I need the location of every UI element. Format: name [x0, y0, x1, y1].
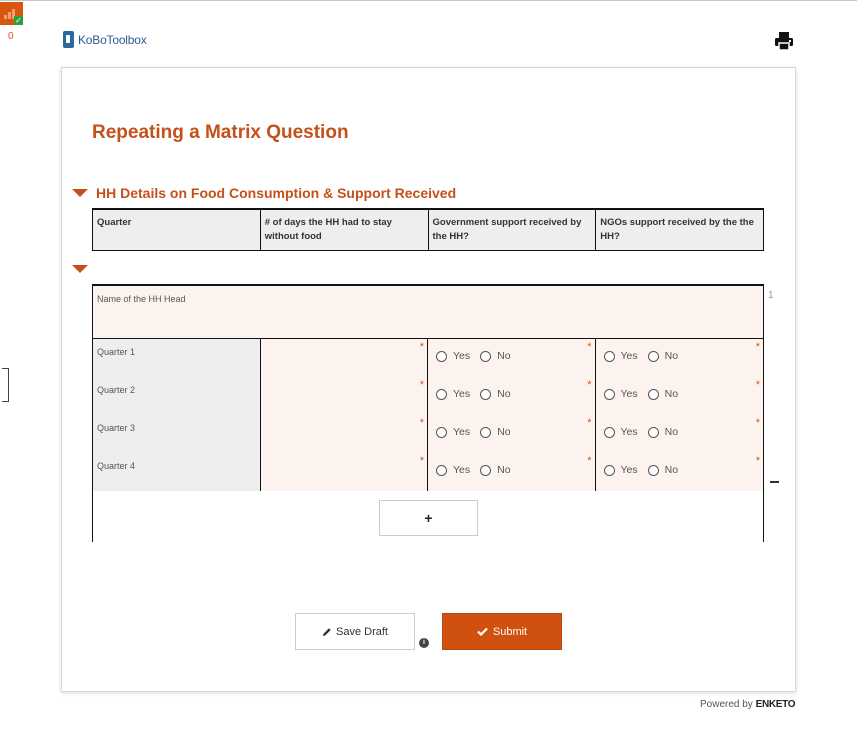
no-radio[interactable] [647, 426, 659, 438]
form-title: Repeating a Matrix Question [92, 122, 349, 143]
no-label: No [664, 388, 679, 400]
govt-support-radios: Yes No [436, 388, 521, 400]
days-without-food-input[interactable]: * [260, 339, 428, 377]
yes-radio[interactable] [436, 464, 447, 476]
yes-label: Yes [620, 350, 638, 362]
govt-support-radios: Yes No [436, 426, 521, 438]
table-row: Quarter 4 * * Yes No * Yes No [93, 453, 763, 492]
column-header: NGOs support received by the the HH? [600, 217, 754, 242]
required-mark: * [755, 379, 760, 391]
required-mark: * [587, 379, 592, 391]
yes-radio[interactable] [603, 388, 615, 400]
no-label: No [664, 464, 679, 476]
required-mark: * [755, 455, 760, 467]
save-draft-button[interactable]: Save Draft [295, 613, 415, 650]
ngo-support-radios: Yes No [603, 388, 689, 400]
caret-down-icon[interactable] [72, 189, 88, 197]
no-label: No [497, 426, 511, 438]
yes-label: Yes [453, 464, 471, 476]
add-repeat-row: + [93, 491, 763, 543]
required-mark: * [419, 455, 424, 467]
table-row: Quarter 1 * * Yes No * Yes No [93, 339, 763, 378]
no-radio[interactable] [647, 464, 659, 476]
days-without-food-input[interactable]: * [260, 415, 428, 453]
no-radio[interactable] [480, 350, 492, 362]
yes-label: Yes [620, 388, 638, 400]
required-mark: * [419, 341, 424, 353]
no-radio[interactable] [480, 464, 492, 476]
days-without-food-input[interactable]: * [260, 377, 428, 415]
table-row: Quarter 3 * * Yes No * Yes No [93, 415, 763, 454]
required-mark: * [755, 341, 760, 353]
yes-radio[interactable] [603, 464, 615, 476]
yes-label: Yes [620, 426, 638, 438]
print-icon[interactable] [773, 30, 795, 52]
submit-label: Submit [492, 625, 528, 638]
logo-icon [63, 31, 74, 48]
add-repeat-button[interactable]: + [379, 500, 478, 536]
enketo-brand: ENKETO [755, 699, 796, 710]
repeat-instance: Name of the HH Head Quarter 1 * * Yes No… [92, 284, 764, 543]
yes-radio[interactable] [436, 426, 447, 438]
powered-by-text: Powered by [700, 699, 753, 710]
repeat-number: 1 [768, 290, 774, 301]
kobotoolbox-logo: KoBoToolbox [63, 31, 147, 48]
no-label: No [664, 350, 679, 362]
required-mark: * [419, 379, 424, 391]
required-mark: * [419, 417, 424, 429]
table-row: Quarter 2 * * Yes No * Yes No [93, 377, 763, 416]
logo-text: KoBoToolbox [78, 32, 147, 47]
quarter-label: Quarter 3 [97, 423, 136, 433]
offline-status-icon[interactable]: ✓ [0, 2, 23, 25]
ngo-support-radios: Yes No [603, 464, 689, 476]
column-header: Government support received by the HH? [429, 210, 597, 250]
days-without-food-input[interactable]: * [260, 453, 428, 491]
hh-head-name-label: Name of the HH Head [97, 294, 186, 304]
no-label: No [497, 464, 511, 476]
required-mark: * [587, 417, 592, 429]
save-draft-label: Save Draft [336, 625, 388, 638]
quarter-label: Quarter 1 [97, 347, 136, 357]
check-icon [477, 627, 488, 636]
group-label: HH Details on Food Consumption & Support… [96, 185, 457, 201]
hh-head-name-field[interactable]: Name of the HH Head [93, 286, 763, 339]
yes-radio[interactable] [436, 388, 447, 400]
remove-repeat-button[interactable] [770, 481, 779, 483]
caret-down-icon[interactable] [72, 265, 88, 273]
pencil-icon [323, 627, 331, 636]
yes-label: Yes [453, 388, 471, 400]
quarter-label: Quarter 4 [97, 461, 136, 471]
no-radio[interactable] [647, 350, 659, 362]
no-label: No [497, 388, 511, 400]
queue-count: 0 [8, 31, 14, 42]
matrix-header: Quarter # of days the HH had to stay wit… [92, 208, 764, 251]
submit-button[interactable]: Submit [442, 613, 562, 650]
govt-support-radios: Yes No [436, 350, 521, 362]
ngo-support-radios: Yes No [603, 350, 689, 362]
required-mark: * [755, 417, 760, 429]
column-header: # of days the HH had to stay without foo… [261, 210, 429, 250]
required-mark: * [587, 341, 592, 353]
column-header: Quarter [93, 210, 261, 250]
yes-radio[interactable] [603, 426, 615, 438]
no-radio[interactable] [480, 388, 492, 400]
no-radio[interactable] [480, 426, 492, 438]
yes-radio[interactable] [436, 350, 447, 362]
info-icon[interactable]: i [419, 638, 429, 648]
yes-label: Yes [620, 464, 638, 476]
no-label: No [497, 350, 511, 362]
yes-label: Yes [453, 426, 471, 438]
govt-support-radios: Yes No [436, 464, 521, 476]
yes-label: Yes [453, 350, 471, 362]
quarter-label: Quarter 2 [97, 385, 136, 395]
no-radio[interactable] [647, 388, 659, 400]
powered-by: Powered by ENKETO [700, 699, 796, 710]
required-mark: * [587, 455, 592, 467]
no-label: No [664, 426, 679, 438]
ngo-support-radios: Yes No [603, 426, 689, 438]
side-bracket [2, 368, 9, 402]
check-badge-icon: ✓ [14, 16, 23, 25]
top-border [0, 0, 857, 1]
yes-radio[interactable] [603, 350, 615, 362]
